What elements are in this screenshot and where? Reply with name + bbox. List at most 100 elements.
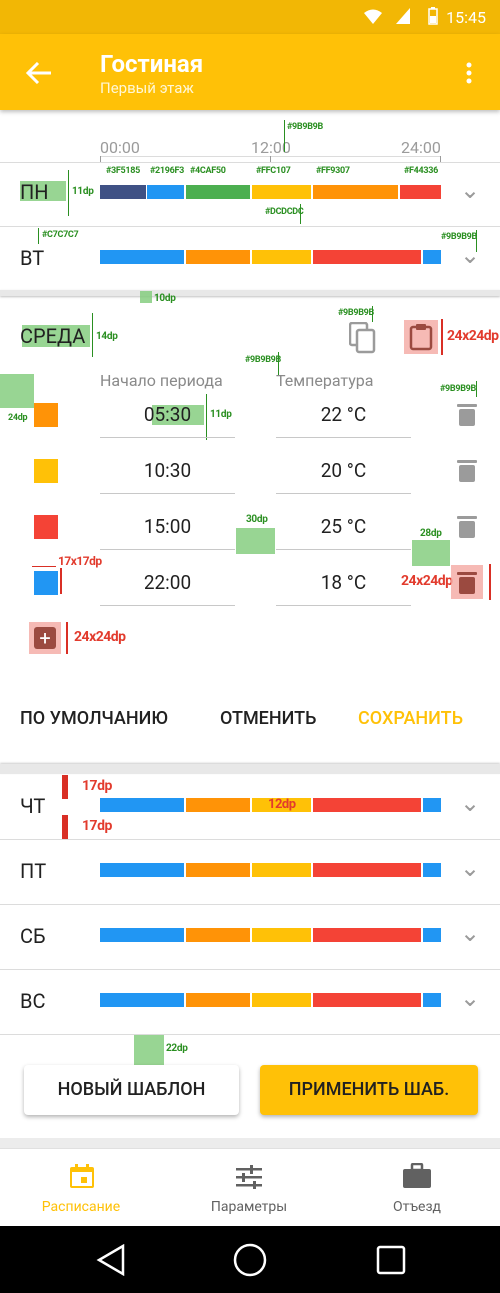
annotation-line	[206, 394, 207, 440]
card-separator	[0, 764, 500, 774]
annotation-color: #F44336	[404, 166, 438, 176]
chevron-down-icon[interactable]: ⌄	[460, 789, 480, 817]
chevron-down-icon[interactable]: ⌄	[460, 919, 480, 947]
page-subtitle: Первый этаж	[100, 79, 194, 97]
back-triangle-icon[interactable]	[96, 1244, 126, 1276]
divider	[0, 1034, 500, 1035]
schedule-segment	[100, 250, 184, 264]
tick-24: 24:00	[401, 138, 441, 157]
chevron-down-icon[interactable]: ⌄	[460, 241, 480, 269]
annotation-size: 24x24dp	[401, 573, 453, 589]
tune-icon	[236, 1165, 262, 1189]
copy-icon[interactable]	[349, 322, 377, 354]
chevron-down-icon[interactable]: ⌄	[460, 854, 480, 882]
add-period-icon[interactable]: +	[34, 627, 56, 649]
annotation-color: #9B9B9B	[245, 355, 281, 365]
schedule-segment	[100, 993, 184, 1007]
status-bar: 15:45	[0, 0, 500, 34]
annotation-size: 30dp	[246, 514, 268, 525]
recents-square-icon[interactable]	[376, 1245, 406, 1275]
field-underline	[276, 549, 411, 550]
delete-icon[interactable]	[457, 572, 477, 594]
battery-icon	[428, 7, 438, 25]
schedule-segment	[313, 863, 421, 877]
nav-label-schedule: Расписание	[41, 1199, 121, 1215]
annotation-line	[441, 319, 443, 355]
nav-label-away: Отъезд	[392, 1199, 442, 1215]
annotation-line	[62, 775, 68, 799]
nav-label-params: Параметры	[210, 1199, 288, 1215]
annotation-line	[60, 568, 62, 594]
schedule-segment	[186, 993, 250, 1007]
period-temperature[interactable]: 18 °C	[276, 571, 411, 594]
delete-icon[interactable]	[457, 404, 477, 426]
annotation-size: 12dp	[268, 797, 296, 812]
annotation-line	[284, 120, 285, 152]
annotation-line	[32, 566, 56, 567]
color-swatch[interactable]	[34, 571, 58, 595]
color-swatch[interactable]	[34, 515, 58, 539]
day-label-thu: ЧТ	[20, 794, 46, 818]
home-circle-icon[interactable]	[233, 1243, 267, 1277]
delete-icon[interactable]	[457, 516, 477, 538]
divider	[0, 226, 500, 227]
annotation-size: 24x24dp	[74, 629, 126, 645]
schedule-segment	[252, 993, 311, 1007]
schedule-segment	[313, 185, 398, 199]
annotation-line	[66, 622, 68, 654]
annotation-size: 22dp	[166, 1043, 188, 1054]
annotation-color: #FFC107	[256, 166, 291, 176]
back-arrow-icon[interactable]	[26, 62, 52, 84]
schedule-segment	[100, 798, 184, 812]
bottom-navigation: Расписание Параметры Отъезд	[0, 1148, 500, 1226]
day-label-sat: СБ	[20, 924, 46, 948]
calendar-icon	[70, 1164, 94, 1188]
annotation-color: #2196F3	[150, 166, 184, 176]
annotation-color: #C7C7C7	[42, 230, 79, 240]
day-label-fri: ПТ	[20, 859, 47, 883]
page-title: Гостиная	[100, 50, 204, 78]
card-separator	[0, 290, 500, 296]
divider	[0, 162, 500, 163]
annotation-box	[0, 374, 34, 408]
field-underline	[100, 493, 235, 494]
period-start-time[interactable]: 22:00	[100, 571, 235, 594]
color-swatch[interactable]	[34, 459, 58, 483]
field-underline	[276, 437, 411, 438]
schedule-segment	[400, 185, 441, 199]
annotation-size: 24dp	[8, 413, 28, 423]
period-temperature[interactable]: 22 °C	[276, 403, 411, 426]
schedule-segment	[423, 250, 441, 264]
paste-icon[interactable]	[409, 323, 433, 351]
period-temperature[interactable]: 20 °C	[276, 459, 411, 482]
default-button[interactable]: ПО УМОЛЧАНИЮ	[20, 708, 168, 729]
period-temperature[interactable]: 25 °C	[276, 515, 411, 538]
field-underline	[276, 605, 411, 606]
delete-icon[interactable]	[457, 460, 477, 482]
save-button[interactable]: СОХРАНИТЬ	[358, 708, 463, 729]
schedule-segment	[147, 185, 184, 199]
annotation-color: #9B9B9B	[440, 384, 476, 394]
apply-template-button[interactable]: ПРИМЕНИТЬ ШАБ.	[260, 1065, 478, 1115]
chevron-down-icon[interactable]: ⌄	[460, 984, 480, 1012]
period-start-time[interactable]: 10:30	[100, 459, 235, 482]
app-bar: Гостиная Первый этаж	[0, 34, 500, 110]
annotation-color: #3F5185	[106, 166, 140, 176]
field-underline	[100, 605, 235, 606]
status-time: 15:45	[446, 8, 486, 27]
new-template-button[interactable]: НОВЫЙ ШАБЛОН	[24, 1065, 239, 1115]
chevron-down-icon[interactable]: ⌄	[460, 176, 480, 204]
schedule-segment	[252, 928, 311, 942]
schedule-segment	[186, 863, 250, 877]
annotation-box	[134, 1035, 164, 1065]
cancel-button[interactable]: ОТМЕНИТЬ	[220, 708, 316, 729]
schedule-segment	[186, 798, 250, 812]
color-swatch[interactable]	[34, 403, 58, 427]
schedule-segment	[186, 928, 250, 942]
annotation-line	[38, 228, 39, 244]
more-vert-icon[interactable]	[466, 62, 472, 84]
annotation-line	[372, 306, 373, 322]
period-start-time[interactable]: 15:00	[100, 515, 235, 538]
divider	[0, 839, 500, 840]
divider	[0, 969, 500, 970]
